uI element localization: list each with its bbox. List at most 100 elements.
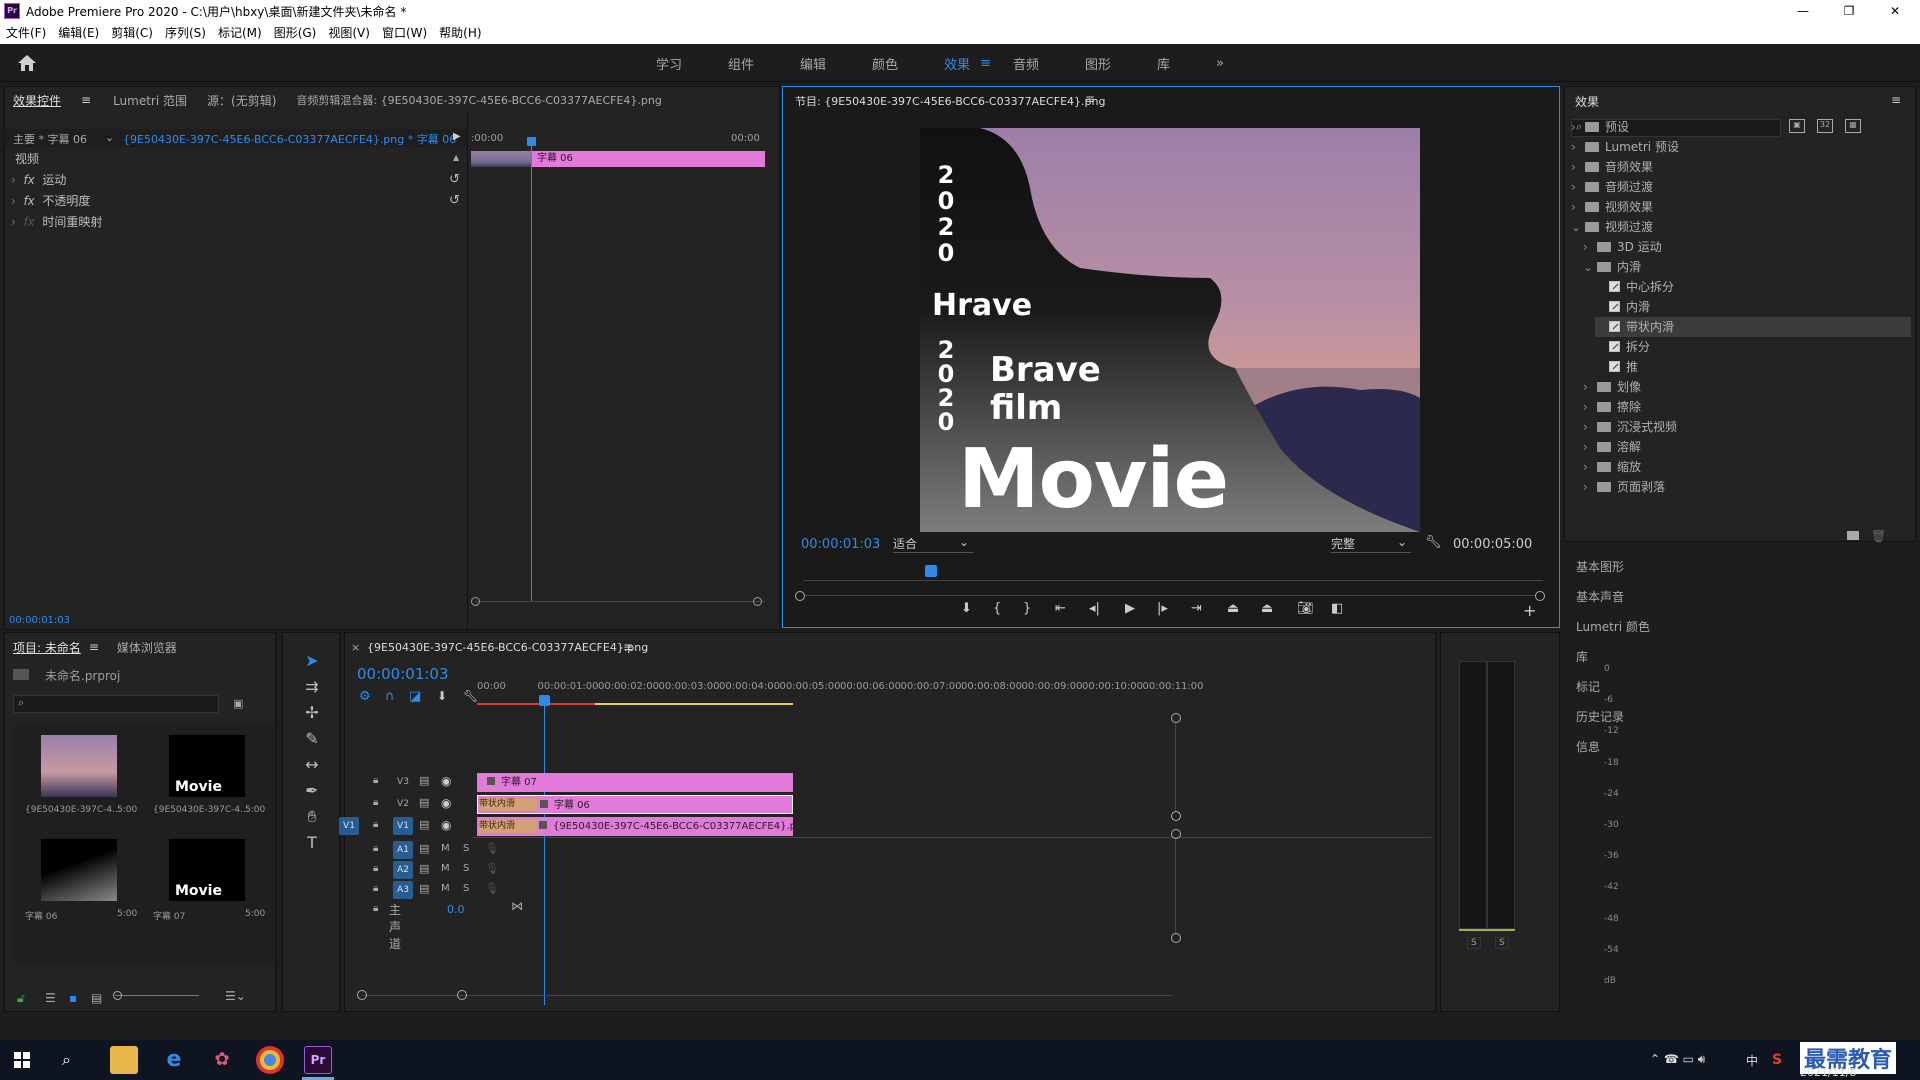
zoom-handle-left[interactable] [471, 597, 480, 606]
timeline-timecode[interactable]: 00:00:01:03 [357, 665, 449, 683]
mark-out-icon[interactable]: } [1023, 601, 1031, 616]
workspace-menu-icon[interactable]: ≡ [980, 56, 991, 71]
effects-bin[interactable]: › 预设 [1571, 117, 1629, 137]
lock-icon[interactable]: 🔒︎ [373, 819, 378, 830]
minimize-button[interactable]: — [1780, 0, 1826, 22]
linked-selection-icon[interactable]: ◪ [409, 689, 421, 704]
workspace-tab-color[interactable]: 颜色 [872, 54, 898, 73]
effect-controls-timecode[interactable]: 00:00:01:03 [9, 615, 70, 626]
project-item-thumb[interactable] [41, 839, 117, 901]
panel-essential-graphics[interactable]: 基本图形 [1576, 558, 1624, 575]
lift-icon[interactable]: ⏏ [1227, 601, 1239, 616]
new-bin-icon[interactable] [1847, 531, 1859, 540]
effect-item[interactable]: 内滑 [1595, 297, 1650, 317]
menu-graphics[interactable]: 图形(G) [268, 22, 323, 44]
lock-icon[interactable]: 🔓︎ [17, 991, 25, 1006]
workspace-tab-audio[interactable]: 音频 [1013, 54, 1039, 73]
mic-icon[interactable]: 🎙︎ [485, 882, 499, 895]
workspace-tab-assembly[interactable]: 组件 [728, 54, 754, 73]
source-patch-v1[interactable]: V1 [339, 817, 359, 835]
eye-icon[interactable]: ◉ [441, 818, 451, 832]
timeline-playhead[interactable] [544, 705, 545, 1005]
zoom-handle-left[interactable] [795, 591, 805, 601]
transition-v2[interactable]: 带状内滑 [479, 798, 537, 811]
menu-view[interactable]: 视图(V) [322, 22, 376, 44]
lock-icon[interactable]: 🔒︎ [373, 797, 378, 808]
tab-lumetri-scopes[interactable]: Lumetri 范围 [113, 92, 187, 109]
fx-row-motion[interactable]: › fx 运动 [11, 170, 66, 190]
audio-scroll-bottom[interactable] [1171, 933, 1181, 943]
mini-playhead[interactable] [531, 141, 532, 601]
video-scroll-top[interactable] [1171, 713, 1181, 723]
chevron-right-icon[interactable]: › [1583, 437, 1597, 457]
sogou-icon[interactable]: S [1772, 1052, 1782, 1068]
solo-button[interactable]: S [463, 883, 469, 894]
wrench-icon[interactable]: 🔧︎ [1425, 535, 1442, 550]
project-item-thumb[interactable]: Movie [169, 839, 245, 901]
effects-bin[interactable]: › 划像 [1583, 377, 1641, 397]
lock-icon[interactable]: 🔒︎ [373, 903, 378, 914]
tray-icons[interactable]: ⌃ ☎ ▭ 🔊︎ [1650, 1052, 1705, 1067]
eye-icon[interactable]: ◉ [441, 796, 451, 810]
effect-item[interactable]: 中心拆分 [1595, 277, 1674, 297]
panel-libraries[interactable]: 库 [1576, 648, 1588, 665]
sequence-tab[interactable]: {9E50430E-397C-45E6-BCC6-C03377AECFE4}.p… [367, 641, 648, 654]
sync-lock-icon[interactable]: ▤ [419, 842, 429, 855]
step-forward-icon[interactable]: |▸ [1157, 601, 1168, 616]
lock-icon[interactable]: 🔒︎ [373, 843, 378, 854]
quality-dropdown[interactable]: 完整 ⌄ [1331, 535, 1411, 553]
zoom-slider-handle[interactable] [113, 991, 122, 1000]
clip-path-label[interactable]: {9E50430E-397C-45E6-BCC6-C03377AECFE4}.p… [123, 131, 456, 147]
home-icon[interactable] [16, 53, 38, 73]
chevron-right-icon[interactable]: › [1571, 117, 1585, 137]
effects-bin[interactable]: › 溶解 [1583, 437, 1641, 457]
chevron-right-icon[interactable]: › [1583, 237, 1597, 257]
pen-tool-icon[interactable]: ✒ [302, 781, 322, 801]
effect-item[interactable]: 拆分 [1595, 337, 1650, 357]
menu-help[interactable]: 帮助(H) [433, 22, 487, 44]
sync-lock-icon[interactable]: ▤ [419, 796, 429, 809]
sync-lock-icon[interactable]: ▤ [419, 774, 429, 787]
workspace-tab-libraries[interactable]: 库 [1157, 54, 1170, 73]
collapse-icon[interactable]: ▲ [453, 153, 459, 162]
master-clip-label[interactable]: 主要 * 字幕 06 [13, 131, 87, 147]
lock-icon[interactable]: 🔒︎ [373, 775, 378, 786]
sync-lock-icon[interactable]: ▤ [419, 818, 429, 831]
panel-history[interactable]: 历史记录 [1576, 708, 1624, 725]
list-view-icon[interactable]: ☰ [45, 991, 56, 1005]
sync-lock-icon[interactable]: ▤ [419, 882, 429, 895]
chevron-right-icon[interactable]: › [1571, 197, 1585, 217]
chevron-right-icon[interactable]: ⌄ [1571, 217, 1585, 237]
program-playhead[interactable] [925, 565, 937, 577]
accelerated-effects-icon[interactable]: ▣ [1789, 119, 1805, 133]
chevron-right-icon[interactable]: ⌄ [1583, 257, 1597, 277]
fx-row-opacity[interactable]: › fx 不透明度 [11, 191, 90, 211]
fit-dropdown[interactable]: 适合 ⌄ [893, 535, 973, 553]
transition-v1[interactable]: 带状内滑 [479, 820, 537, 833]
track-target-a2[interactable]: A2 [393, 861, 413, 879]
tab-audio-clip-mixer[interactable]: 音频剪辑混合器: {9E50430E-397C-45E6-BCC6-C03377… [296, 92, 661, 108]
effects-bin[interactable]: › 沉浸式视频 [1583, 417, 1677, 437]
solo-right-button[interactable]: S [1495, 937, 1509, 949]
menu-sequence[interactable]: 序列(S) [159, 22, 212, 44]
type-tool-icon[interactable]: T [302, 833, 322, 853]
premiere-taskbar-icon[interactable]: Pr [304, 1046, 332, 1074]
workspace-tab-graphics[interactable]: 图形 [1085, 54, 1111, 73]
panel-lumetri-color[interactable]: Lumetri 颜色 [1576, 618, 1650, 635]
chevron-right-icon[interactable]: › [1571, 137, 1585, 157]
solo-button[interactable]: S [463, 863, 469, 874]
go-to-out-icon[interactable]: ⇥ [1191, 601, 1202, 616]
file-explorer-icon[interactable] [110, 1046, 138, 1074]
sync-lock-icon[interactable]: ▤ [419, 862, 429, 875]
delete-icon[interactable]: 🗑︎ [1871, 529, 1886, 543]
ime-indicator[interactable]: 中 [1746, 1052, 1758, 1069]
tab-source[interactable]: 源：(无剪辑) [207, 92, 276, 109]
tab-project[interactable]: 项目: 未命名 [13, 639, 81, 656]
maximize-button[interactable]: ❐ [1826, 0, 1872, 22]
h-scroll-left[interactable] [357, 990, 367, 1000]
menu-file[interactable]: 文件(F) [0, 22, 52, 44]
reset-opacity-icon[interactable]: ↺ [449, 193, 460, 208]
menu-edit[interactable]: 编辑(E) [52, 22, 105, 44]
project-item-thumb[interactable]: Movie [169, 735, 245, 797]
add-marker-icon[interactable]: ⬇ [961, 601, 972, 616]
